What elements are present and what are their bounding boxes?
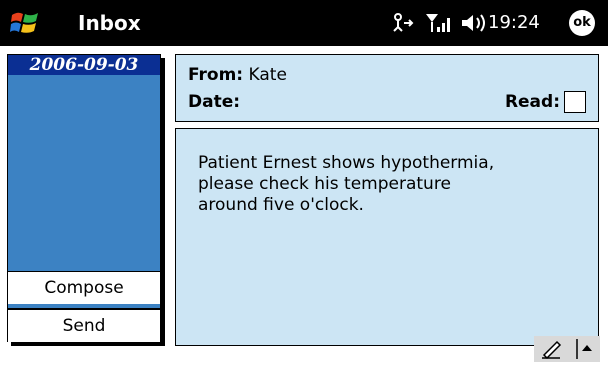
input-panel-button (534, 336, 600, 362)
pen-icon[interactable] (540, 339, 564, 359)
from-value: Kate (248, 65, 287, 85)
volume-icon[interactable] (460, 11, 490, 35)
title-bar: Inbox 19:24 ok (0, 0, 608, 46)
read-label: Read: (504, 92, 560, 112)
message-header: From: Kate Date: Read: (175, 54, 599, 122)
clock[interactable]: 19:24 (488, 9, 540, 37)
read-row: Read: (505, 91, 586, 113)
send-button[interactable]: Send (8, 308, 160, 342)
from-row: From: Kate (188, 65, 287, 85)
date-label: Date: (188, 92, 241, 112)
message-date-item[interactable]: 2006-09-03 (8, 55, 160, 75)
date-row: Date: (188, 92, 240, 112)
compose-button[interactable]: Compose (8, 271, 160, 304)
windows-start-icon[interactable] (10, 9, 40, 37)
connectivity-icon[interactable] (390, 11, 416, 35)
read-checkbox[interactable] (564, 91, 586, 113)
app-title: Inbox (78, 11, 141, 35)
ok-button[interactable]: ok (569, 10, 595, 36)
status-icons (390, 9, 490, 37)
message-body-text: Patient Ernest shows hypothermia, please… (198, 153, 495, 215)
up-arrow-icon[interactable] (576, 339, 596, 359)
message-body-box: Patient Ernest shows hypothermia, please… (175, 128, 599, 346)
from-label: From: (188, 65, 244, 85)
message-list-pane: 2006-09-03 Compose Send (7, 54, 161, 342)
signal-icon[interactable] (424, 11, 454, 35)
